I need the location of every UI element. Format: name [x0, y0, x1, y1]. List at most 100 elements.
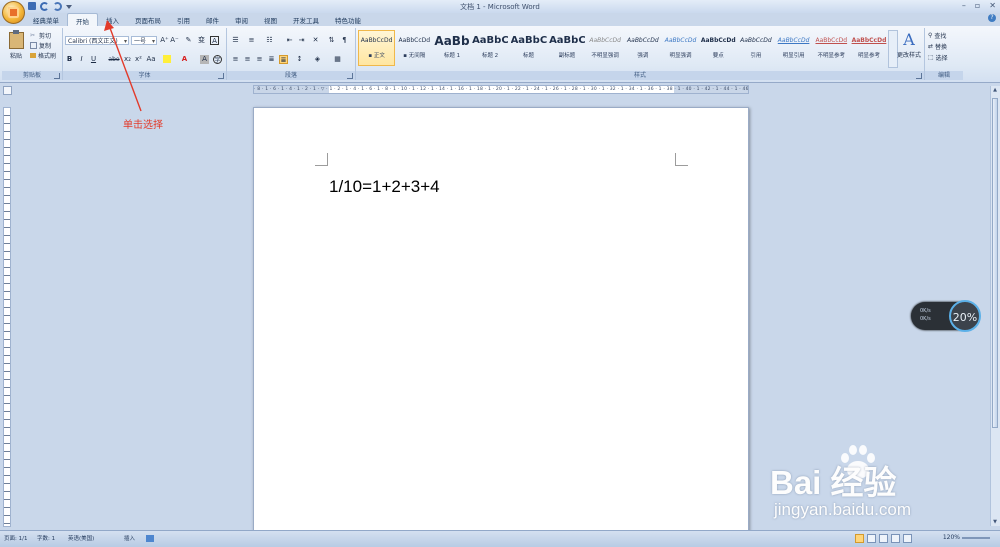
find-label: 查找: [934, 33, 947, 40]
subscript-button[interactable]: x₂: [123, 55, 132, 64]
phonetic-guide-icon[interactable]: 变: [197, 36, 206, 45]
outline-icon[interactable]: [891, 534, 900, 543]
tab-special-features[interactable]: 特色功能: [327, 13, 369, 26]
sort-icon[interactable]: ⇅: [327, 36, 336, 45]
tab-classic-menu[interactable]: 经典菜单: [25, 13, 67, 26]
highlight-icon[interactable]: [163, 55, 171, 63]
cut-button[interactable]: ✂ 剪切: [30, 31, 51, 40]
style-name: 明显引用: [782, 53, 805, 59]
style-intense-emphasis[interactable]: AaBbCcDd 明显强调: [662, 30, 699, 66]
close-button[interactable]: ✕: [989, 1, 996, 10]
horizontal-ruler[interactable]: · 8 · 1 · 6 · 1 · 4 · 1 · 2 · 1 · ▽ · 1 …: [253, 85, 749, 94]
numbering-icon[interactable]: ≡: [247, 36, 256, 45]
copy-button[interactable]: 复制: [30, 41, 51, 50]
bold-button[interactable]: B: [65, 55, 74, 64]
document-page[interactable]: 1/10=1+2+3+4: [253, 107, 749, 537]
status-page[interactable]: 页面: 1/1: [4, 534, 27, 542]
ribbon: 粘贴 ✂剪切 复制 格式刷 剪贴板 Calibri (西文正文) 一号 A⁺ A…: [0, 26, 1000, 83]
font-name-combo[interactable]: Calibri (西文正文): [65, 36, 129, 46]
network-speed-widget[interactable]: 0K/s 0K/s 20%: [911, 300, 981, 332]
style-normal[interactable]: AaBbCcDd ▪ 正文: [358, 30, 396, 66]
replace-button[interactable]: ⇄ 替换: [928, 42, 947, 51]
style-subtle-reference[interactable]: AaBbCcDd 不明显参考: [813, 30, 850, 66]
style-quote[interactable]: AaBbCcDd 引用: [737, 30, 774, 66]
draft-icon[interactable]: [903, 534, 912, 543]
tab-developer[interactable]: 开发工具: [285, 13, 327, 26]
status-words[interactable]: 字数: 1: [37, 534, 55, 542]
format-painter-button[interactable]: 格式刷: [30, 51, 56, 60]
find-button[interactable]: ⚲ 查找: [928, 31, 946, 40]
clear-format-icon[interactable]: ✎: [184, 36, 193, 45]
style-emphasis[interactable]: AaBbCcDd 强调: [624, 30, 661, 66]
tab-references[interactable]: 引用: [169, 13, 198, 26]
paragraph-launcher-icon[interactable]: [347, 73, 353, 79]
change-styles-button[interactable]: A 更改样式: [896, 30, 922, 68]
web-layout-icon[interactable]: [879, 534, 888, 543]
style-heading-2[interactable]: AaBbC 标题 2: [471, 30, 509, 66]
status-mode[interactable]: 插入: [124, 534, 135, 542]
select-button[interactable]: ⬚ 选择: [928, 53, 948, 62]
align-center-icon[interactable]: ≡: [243, 55, 252, 64]
borders-icon[interactable]: ▦: [333, 55, 342, 64]
tab-mailings[interactable]: 邮件: [198, 13, 227, 26]
style-subtle-emphasis[interactable]: AaBbCcDd 不明显强调: [587, 30, 624, 66]
office-button[interactable]: [2, 1, 25, 24]
tab-selector[interactable]: [3, 86, 12, 95]
maximize-button[interactable]: ▫: [975, 1, 980, 10]
font-size-combo[interactable]: 一号: [131, 36, 157, 46]
strikethrough-button[interactable]: abe: [107, 55, 121, 64]
char-border-icon[interactable]: A: [210, 36, 219, 45]
align-left-icon[interactable]: ≡: [231, 55, 240, 64]
scroll-thumb[interactable]: [992, 98, 998, 428]
document-text[interactable]: 1/10=1+2+3+4: [329, 177, 440, 197]
font-launcher-icon[interactable]: [218, 73, 224, 79]
underline-button[interactable]: U: [89, 55, 98, 64]
tab-home[interactable]: 开始: [67, 13, 98, 26]
change-case-button[interactable]: Aa: [145, 55, 157, 64]
italic-button[interactable]: I: [77, 55, 86, 64]
font-color-icon[interactable]: A: [180, 55, 189, 64]
style-heading-1[interactable]: AaBb 标题 1: [433, 30, 470, 66]
style-no-spacing[interactable]: AaBbCcDd ▪ 无间隔: [396, 30, 433, 66]
status-language[interactable]: 英语(美国): [68, 534, 94, 542]
shading-icon[interactable]: ◈: [313, 55, 322, 64]
scroll-up-icon[interactable]: ▲: [992, 87, 998, 93]
vertical-ruler[interactable]: [3, 107, 11, 527]
decrease-indent-icon[interactable]: ⇤: [285, 36, 294, 45]
macro-record-icon[interactable]: [146, 535, 154, 542]
show-marks-icon[interactable]: ¶: [340, 36, 349, 45]
full-screen-icon[interactable]: [867, 534, 876, 543]
clipboard-launcher-icon[interactable]: [54, 73, 60, 79]
grow-font-button[interactable]: A⁺: [160, 36, 169, 45]
style-strong[interactable]: AaBbCcDd 要点: [700, 30, 737, 66]
char-shading-icon[interactable]: A: [200, 55, 209, 64]
chinese-layout-icon[interactable]: ✕: [311, 36, 320, 45]
enclose-char-icon[interactable]: 字: [213, 55, 222, 64]
tab-review[interactable]: 审阅: [227, 13, 256, 26]
tab-insert[interactable]: 插入: [98, 13, 127, 26]
zoom-slider[interactable]: [962, 537, 990, 539]
style-name: 标题 1: [443, 53, 461, 59]
superscript-button[interactable]: x²: [134, 55, 143, 64]
tab-view[interactable]: 视图: [256, 13, 285, 26]
align-right-icon[interactable]: ≡: [255, 55, 264, 64]
multilevel-list-icon[interactable]: ☷: [265, 36, 274, 45]
justify-icon[interactable]: ≣: [267, 55, 276, 64]
style-title[interactable]: AaBbC 标题: [510, 30, 548, 66]
help-icon[interactable]: ?: [988, 14, 996, 22]
window-title: 文档 1 - Microsoft Word: [460, 3, 540, 11]
style-intense-quote[interactable]: AaBbCcDd 明显引用: [775, 30, 812, 66]
styles-launcher-icon[interactable]: [916, 73, 922, 79]
print-layout-icon[interactable]: [855, 534, 864, 543]
style-subtitle[interactable]: AaBbC 副标题: [548, 30, 586, 66]
paste-button[interactable]: 粘贴: [6, 30, 26, 68]
minimize-button[interactable]: –: [962, 1, 966, 10]
distribute-icon[interactable]: ≣: [279, 55, 288, 64]
tab-page-layout[interactable]: 页面布局: [127, 13, 169, 26]
style-intense-reference[interactable]: AaBbCcDd 明显参考: [850, 30, 887, 66]
increase-indent-icon[interactable]: ⇥: [297, 36, 306, 45]
bullets-icon[interactable]: ☰: [231, 36, 240, 45]
shrink-font-button[interactable]: A⁻: [170, 36, 179, 45]
zoom-level[interactable]: 120%: [943, 534, 960, 541]
line-spacing-icon[interactable]: ↕: [295, 55, 304, 64]
